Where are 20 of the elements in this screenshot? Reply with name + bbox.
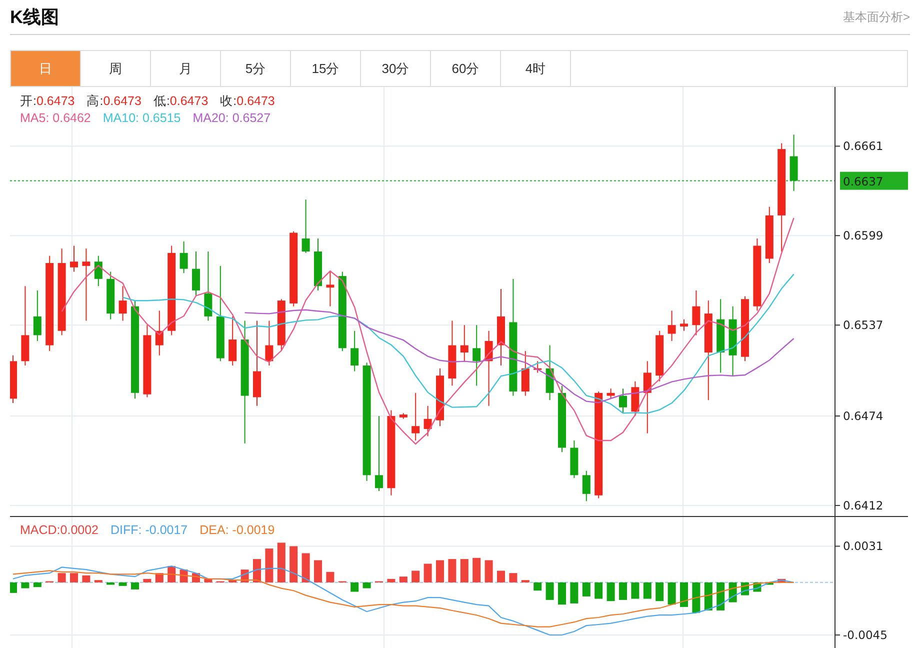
ohlc-reading: 低:0.6473: [153, 93, 208, 110]
macd-legend: MACD:0.0002: [20, 523, 99, 537]
price-tick-label: 0.6599: [843, 228, 884, 243]
ohlc-reading: 高:0.6473: [86, 93, 142, 110]
macd-legend: DIFF: -0.0017: [110, 523, 188, 537]
macd-tick-label: -0.0045: [843, 628, 888, 642]
price-tick-label: 0.6474: [843, 409, 884, 423]
ohlc-reading: 收:0.6473: [220, 93, 275, 110]
ohlc-reading: 开:0.6473: [20, 93, 75, 110]
ref-line-label: 0.6637: [843, 174, 884, 188]
price-tick-label: 0.6537: [843, 318, 884, 332]
moving-average-legend: MA20: 0.6527: [192, 111, 271, 125]
price-tick-label: 0.6412: [843, 498, 884, 512]
page-title: K线图: [10, 6, 59, 29]
macd-legend: DEA: -0.0019: [200, 523, 275, 537]
price-tick-label: 0.6661: [843, 139, 884, 154]
current-price-tag: 0.6637: [840, 172, 908, 190]
macd-tick-label: 0.0031: [843, 539, 884, 554]
moving-average-legend: MA5: 0.6462: [20, 111, 91, 125]
moving-average-legend: MA10: 0.6515: [102, 111, 181, 125]
